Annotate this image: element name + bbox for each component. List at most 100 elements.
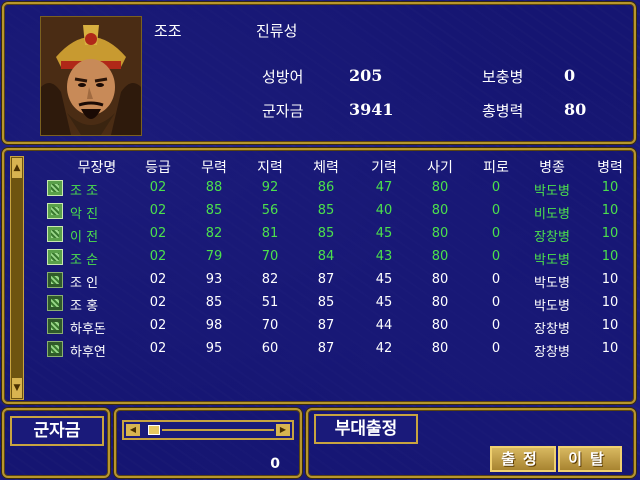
officer-morale: 80 [431,249,449,264]
officer-select-checkbox[interactable] [47,272,63,288]
officer-stamina: 87 [317,318,335,333]
officer-unit-type: 박도병 [534,184,570,199]
reserve-value: 0 [564,66,576,85]
header-morale: 사기 [427,160,453,176]
header-name: 무장명 [77,160,117,176]
officer-grade: 02 [149,295,167,310]
officer-unit-type: 장창병 [534,230,570,245]
officer-strength: 93 [205,272,223,287]
officer-fatigue: 0 [491,203,501,218]
officer-select-checkbox[interactable] [47,318,63,334]
city-name: 진류성 [256,22,298,40]
table-row[interactable]: 이 전 02 82 81 85 45 80 0 장창병 10 [44,223,634,246]
officer-troops: 10 [601,295,619,310]
table-scrollbar[interactable]: ▲ ▼ [10,156,24,400]
officer-select-checkbox[interactable] [47,203,63,219]
general-portrait [40,16,142,136]
officer-grade: 02 [149,203,167,218]
officer-select-checkbox[interactable] [47,295,63,311]
officer-select-checkbox[interactable] [47,180,63,196]
officer-intelligence: 92 [261,180,279,195]
general-name: 조조 [154,22,182,40]
officer-troops: 10 [601,272,619,287]
officer-strength: 85 [205,203,223,218]
officer-energy: 42 [375,341,393,356]
officer-name: 이 전 [70,230,99,245]
gold-panel: 군자금 [2,408,110,478]
officer-unit-type: 비도병 [534,207,570,222]
table-row[interactable]: 하후돈 02 98 70 87 44 80 0 장창병 10 [44,315,634,338]
officer-table-panel: ▲ ▼ 무장명 등급 무력 지력 체력 기력 사기 피로 병종 병력 조 조 02… [2,148,636,404]
gold-amount: 0 [270,456,280,472]
officer-grade: 02 [149,180,167,195]
officer-name: 조 인 [70,276,99,291]
officer-morale: 80 [431,272,449,287]
table-row[interactable]: 조 순 02 79 70 84 43 80 0 박도병 10 [44,246,634,269]
officer-name: 하후연 [70,345,106,360]
officer-name: 조 조 [70,184,99,199]
scroll-down-arrow[interactable]: ▼ [12,378,22,398]
officer-select-checkbox[interactable] [47,226,63,242]
officer-stamina: 85 [317,226,335,241]
table-row[interactable]: 조 조 02 88 92 86 47 80 0 박도병 10 [44,177,634,200]
officer-fatigue: 0 [491,249,501,264]
gold-slider-panel: ◀ ▶ 0 [114,408,302,478]
officer-troops: 10 [601,249,619,264]
defense-label: 성방어 [262,68,304,86]
table-body: 조 조 02 88 92 86 47 80 0 박도병 10 악 진 02 85 56 85 40 80 0 비도병… [44,177,634,361]
officer-fatigue: 0 [491,318,501,333]
officer-stamina: 86 [317,180,335,195]
officer-troops: 10 [601,226,619,241]
officer-morale: 80 [431,318,449,333]
gold-slider[interactable]: ◀ ▶ [122,420,294,440]
officer-stamina: 85 [317,203,335,218]
officer-morale: 80 [431,226,449,241]
deploy-label: 부대출정 [314,414,418,444]
total-troops-label: 총병력 [482,102,524,120]
officer-grade: 02 [149,341,167,356]
officer-stamina: 85 [317,295,335,310]
officer-energy: 45 [375,295,393,310]
officer-unit-type: 박도병 [534,276,570,291]
header-troops: 병력 [597,160,623,176]
officer-intelligence: 81 [261,226,279,241]
officer-table: 무장명 등급 무력 지력 체력 기력 사기 피로 병종 병력 조 조 02 88 92… [44,154,634,361]
officer-energy: 45 [375,272,393,287]
leave-button[interactable]: 이탈 [558,446,622,472]
gold-label: 군자금 [262,102,304,120]
officer-grade: 02 [149,226,167,241]
scroll-up-arrow[interactable]: ▲ [12,158,22,178]
slider-thumb[interactable] [148,425,160,435]
officer-name: 하후돈 [70,322,106,337]
officer-grade: 02 [149,318,167,333]
officer-unit-type: 장창병 [534,345,570,360]
total-troops-value: 80 [564,100,587,119]
table-row[interactable]: 하후연 02 95 60 87 42 80 0 장창병 10 [44,338,634,361]
table-row[interactable]: 조 인 02 93 82 87 45 80 0 박도병 10 [44,269,634,292]
officer-energy: 45 [375,226,393,241]
general-info-panel: 조조 진류성 성방어 205 보충병 0 군자금 3941 총병력 80 [2,2,636,144]
gold-value: 3941 [349,100,394,119]
slider-track [162,429,274,431]
officer-intelligence: 51 [261,295,279,310]
officer-name: 조 홍 [70,299,99,314]
officer-select-checkbox[interactable] [47,249,63,265]
slider-right-arrow[interactable]: ▶ [276,424,290,436]
officer-unit-type: 장창병 [534,322,570,337]
header-strength: 무력 [201,160,227,176]
officer-name: 조 순 [70,253,99,268]
header-intelligence: 지력 [257,160,283,176]
gold-button[interactable]: 군자금 [10,416,104,446]
officer-troops: 10 [601,203,619,218]
slider-left-arrow[interactable]: ◀ [126,424,140,436]
table-row[interactable]: 조 홍 02 85 51 85 45 80 0 박도병 10 [44,292,634,315]
officer-select-checkbox[interactable] [47,341,63,357]
table-row[interactable]: 악 진 02 85 56 85 40 80 0 비도병 10 [44,200,634,223]
header-stamina: 체력 [313,160,339,176]
officer-name: 악 진 [70,207,99,222]
officer-grade: 02 [149,249,167,264]
officer-intelligence: 70 [261,249,279,264]
header-energy: 기력 [371,160,397,176]
officer-stamina: 87 [317,272,335,287]
deploy-button[interactable]: 출정 [490,446,556,472]
